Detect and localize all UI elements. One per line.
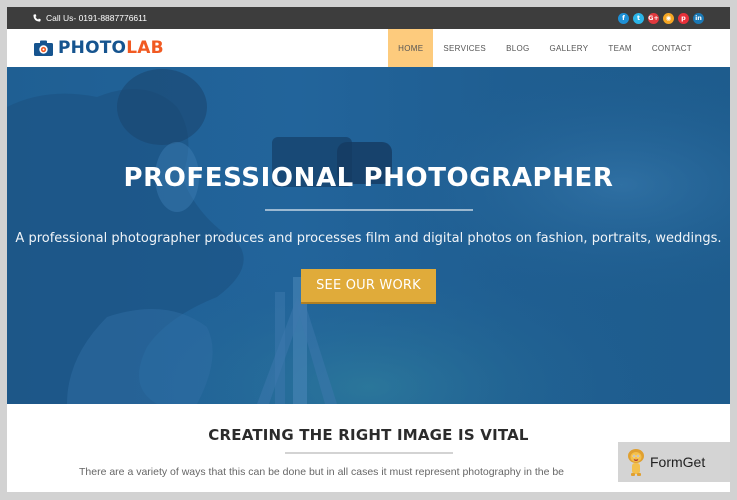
- social-links: f t G+ ◉ p in: [618, 12, 704, 24]
- hero-divider: [265, 209, 473, 211]
- google-plus-icon[interactable]: G+: [648, 12, 659, 24]
- call-us-text: Call Us- 0191-8887776611: [46, 13, 147, 23]
- nav-item-contact[interactable]: CONTACT: [642, 29, 702, 67]
- nav-menu: HOME SERVICES BLOG GALLERY TEAM CONTACT: [388, 29, 702, 67]
- section-text: There are a variety of ways that this ca…: [79, 466, 565, 478]
- site-logo[interactable]: PHOTOLAB: [34, 29, 164, 67]
- page-frame: Call Us- 0191-8887776611 f t G+ ◉ p in P…: [7, 7, 730, 492]
- nav-item-team[interactable]: TEAM: [598, 29, 641, 67]
- section-divider: [285, 452, 453, 454]
- formget-label: FormGet: [650, 454, 706, 470]
- see-our-work-button[interactable]: SEE OUR WORK: [301, 269, 436, 302]
- nav-item-blog[interactable]: BLOG: [496, 29, 539, 67]
- nav-item-gallery[interactable]: GALLERY: [540, 29, 599, 67]
- logo-text-photo: PHOTO: [58, 38, 127, 58]
- twitter-icon[interactable]: t: [633, 12, 644, 24]
- hero-title: PROFESSIONAL PHOTOGRAPHER: [123, 163, 614, 193]
- top-bar: Call Us- 0191-8887776611 f t G+ ◉ p in: [7, 7, 730, 29]
- hero-subtitle: A professional photographer produces and…: [15, 231, 722, 246]
- rss-icon[interactable]: ◉: [663, 12, 674, 24]
- call-us: Call Us- 0191-8887776611: [33, 13, 147, 23]
- main-navbar: PHOTOLAB HOME SERVICES BLOG GALLERY TEAM…: [7, 29, 730, 67]
- nav-item-services[interactable]: SERVICES: [433, 29, 496, 67]
- facebook-icon[interactable]: f: [618, 12, 629, 24]
- nav-item-home[interactable]: HOME: [388, 29, 434, 67]
- pinterest-icon[interactable]: p: [678, 12, 689, 24]
- logo-text-lab: LAB: [126, 38, 164, 58]
- hero-banner: PROFESSIONAL PHOTOGRAPHER A professional…: [7, 67, 730, 404]
- phone-icon: [33, 14, 41, 22]
- camera-icon: [34, 40, 53, 56]
- lion-mascot-icon: [628, 449, 644, 476]
- linkedin-icon[interactable]: in: [693, 12, 704, 24]
- formget-badge[interactable]: FormGet: [618, 442, 730, 482]
